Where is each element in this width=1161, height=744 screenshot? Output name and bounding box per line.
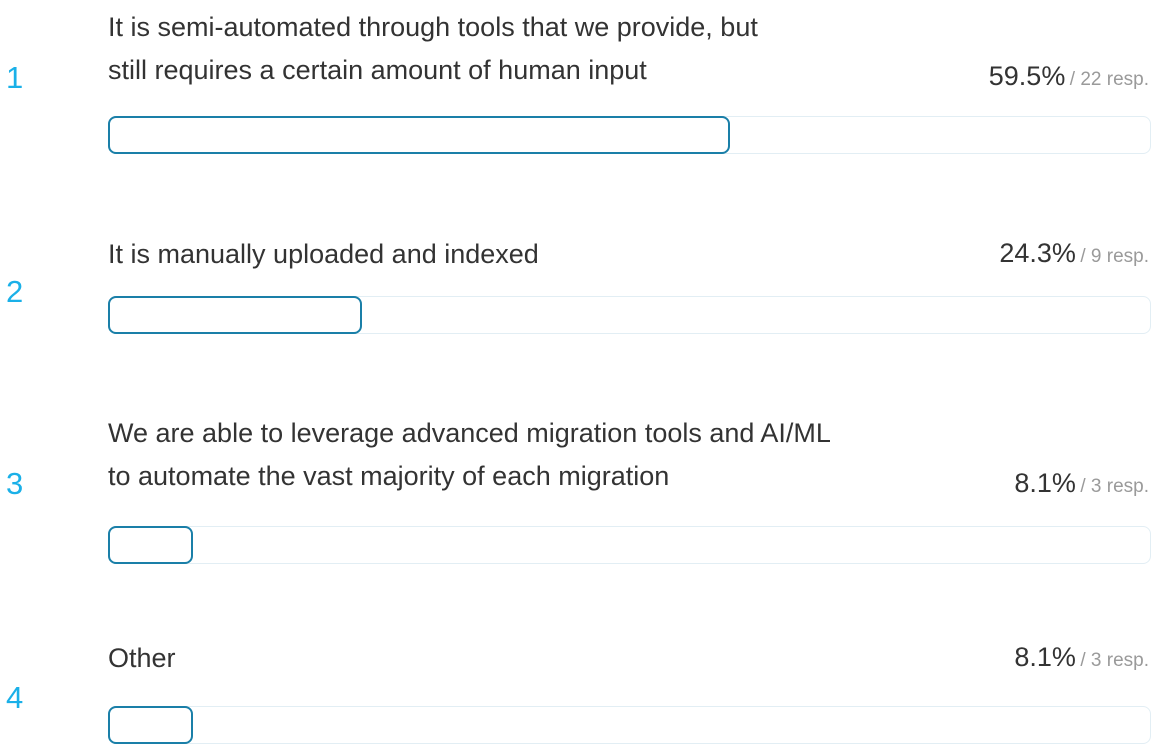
bar-fill bbox=[108, 526, 193, 564]
answer-line: It is manually uploaded and indexed bbox=[108, 239, 539, 269]
rank-number: 3 bbox=[6, 466, 24, 501]
answer-line: It is semi-automated through tools that … bbox=[108, 12, 758, 42]
answer-label: It is manually uploaded and indexed bbox=[108, 233, 539, 276]
responses-label: / 9 resp. bbox=[1080, 246, 1149, 267]
bar-fill bbox=[108, 296, 362, 334]
answer-label: It is semi-automated through tools that … bbox=[108, 6, 758, 92]
bar-track bbox=[108, 116, 1151, 154]
answer-label: Other bbox=[108, 637, 176, 680]
result-stats: 24.3% / 9 resp. bbox=[999, 240, 1149, 267]
answer-label: We are able to leverage advanced migrati… bbox=[108, 412, 831, 498]
responses-label: / 3 resp. bbox=[1080, 650, 1149, 671]
responses-label: / 22 resp. bbox=[1069, 69, 1149, 90]
percent-label: 8.1% bbox=[1014, 642, 1076, 672]
result-row: 3 We are able to leverage advanced migra… bbox=[0, 350, 1161, 570]
bar-track bbox=[108, 296, 1151, 334]
percent-label: 59.5% bbox=[988, 61, 1066, 91]
result-row: 2 It is manually uploaded and indexed 24… bbox=[0, 170, 1161, 350]
bar-track bbox=[108, 526, 1151, 564]
rank-number: 1 bbox=[6, 60, 24, 95]
bar-track bbox=[108, 706, 1151, 744]
answer-line: We are able to leverage advanced migrati… bbox=[108, 418, 831, 448]
bar-fill bbox=[108, 116, 730, 154]
poll-results: 1 It is semi-automated through tools tha… bbox=[0, 0, 1161, 744]
result-stats: 8.1% / 3 resp. bbox=[1014, 470, 1149, 497]
result-row: 4 Other 8.1% / 3 resp. bbox=[0, 570, 1161, 744]
percent-label: 8.1% bbox=[1014, 468, 1076, 498]
rank-number: 4 bbox=[6, 680, 24, 715]
responses-label: / 3 resp. bbox=[1080, 476, 1149, 497]
rank-number: 2 bbox=[6, 274, 24, 309]
result-row: 1 It is semi-automated through tools tha… bbox=[0, 0, 1161, 170]
percent-label: 24.3% bbox=[999, 238, 1076, 268]
answer-line: to automate the vast majority of each mi… bbox=[108, 461, 670, 491]
bar-fill bbox=[108, 706, 193, 744]
answer-line: Other bbox=[108, 643, 176, 673]
result-stats: 8.1% / 3 resp. bbox=[1014, 644, 1149, 671]
answer-line: still requires a certain amount of human… bbox=[108, 55, 647, 85]
result-stats: 59.5% / 22 resp. bbox=[989, 63, 1149, 90]
